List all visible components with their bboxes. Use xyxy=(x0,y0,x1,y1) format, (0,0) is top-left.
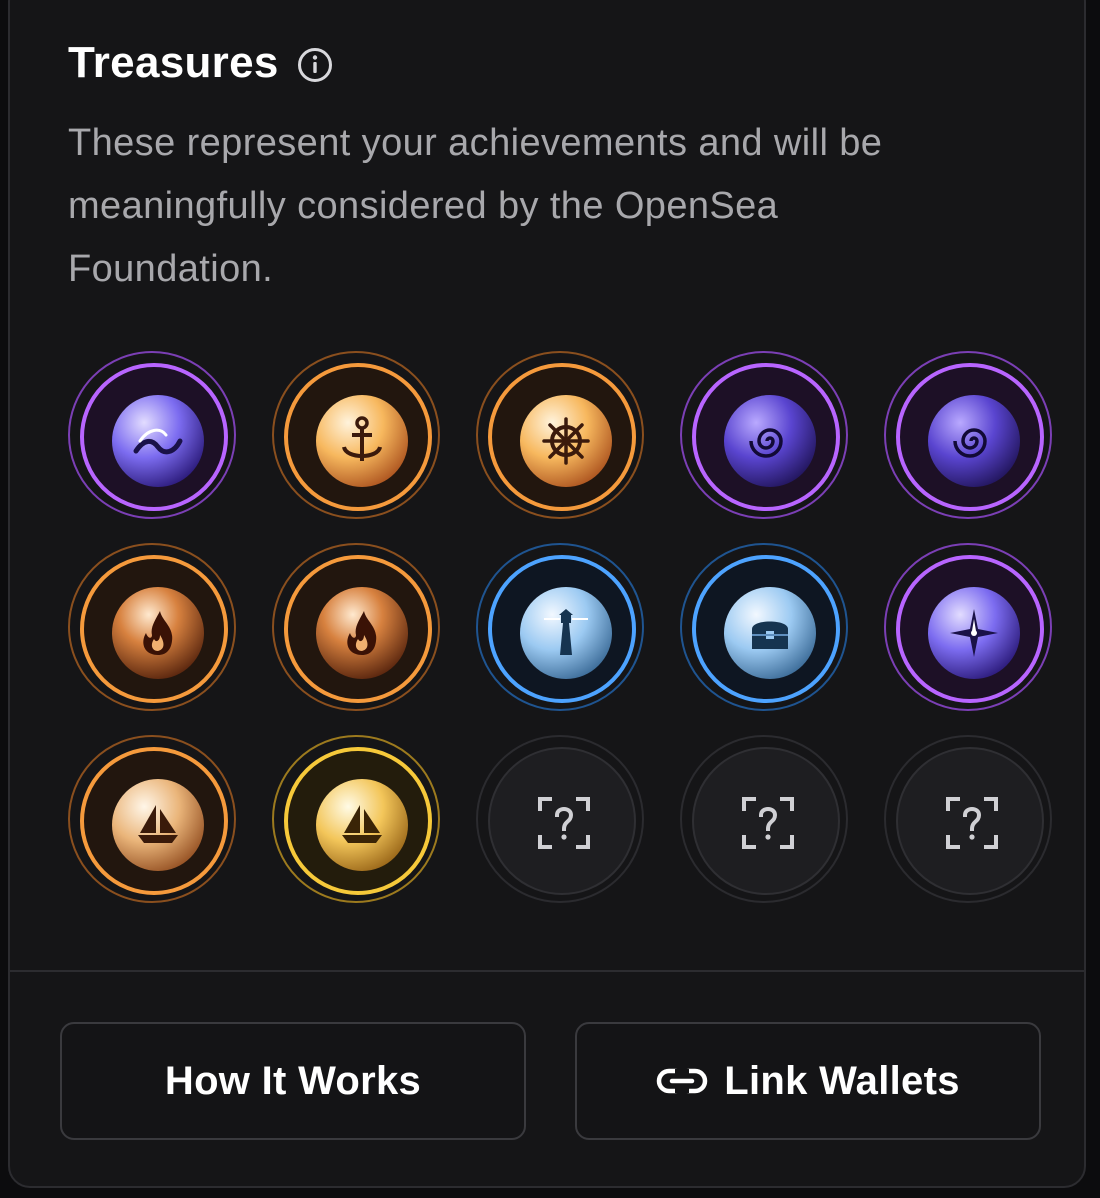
treasure-badge[interactable] xyxy=(680,543,848,711)
question-scan-icon xyxy=(538,797,590,849)
treasure-badge[interactable] xyxy=(68,351,236,519)
wave-icon xyxy=(133,428,183,455)
treasure-badge[interactable] xyxy=(680,351,848,519)
treasure-badge[interactable] xyxy=(272,351,440,519)
compass-icon xyxy=(950,609,998,657)
link-icon xyxy=(657,1068,708,1094)
how-it-works-label: How It Works xyxy=(164,1058,422,1103)
treasure-badge[interactable] xyxy=(68,543,236,711)
swirl-icon xyxy=(953,428,987,458)
lighthouse-icon xyxy=(544,609,588,655)
link-wallets-button[interactable]: Link Wallets xyxy=(575,1022,1041,1140)
treasure-badge[interactable] xyxy=(272,543,440,711)
treasure-badge[interactable] xyxy=(476,351,644,519)
info-icon[interactable] xyxy=(297,47,333,83)
anchor-icon xyxy=(342,416,382,461)
treasure-badge[interactable] xyxy=(272,735,440,903)
treasure-badge[interactable] xyxy=(884,351,1052,519)
treasure-badge[interactable] xyxy=(476,543,644,711)
ship-icon xyxy=(138,805,178,843)
locked-treasure-slot[interactable] xyxy=(884,735,1052,903)
treasures-panel: Treasures These represent your achieveme… xyxy=(8,0,1086,1188)
question-scan-icon xyxy=(742,797,794,849)
question-scan-icon xyxy=(946,797,998,849)
locked-treasure-slot[interactable] xyxy=(476,735,644,903)
ship-wheel-icon xyxy=(542,417,590,465)
flame-icon xyxy=(143,611,173,655)
section-divider xyxy=(10,970,1084,972)
treasure-badge[interactable] xyxy=(884,543,1052,711)
page-title: Treasures xyxy=(68,38,279,87)
ship-icon xyxy=(342,805,382,843)
treasure-badge[interactable] xyxy=(68,735,236,903)
link-wallets-label: Link Wallets xyxy=(724,1058,960,1103)
chest-icon xyxy=(752,621,788,649)
flame-icon xyxy=(347,611,377,655)
locked-treasure-slot[interactable] xyxy=(680,735,848,903)
treasures-header: Treasures xyxy=(68,38,333,88)
how-it-works-button[interactable]: How It Works xyxy=(60,1022,526,1140)
treasures-description: These represent your achievements and wi… xyxy=(68,122,883,290)
swirl-icon xyxy=(749,428,783,458)
